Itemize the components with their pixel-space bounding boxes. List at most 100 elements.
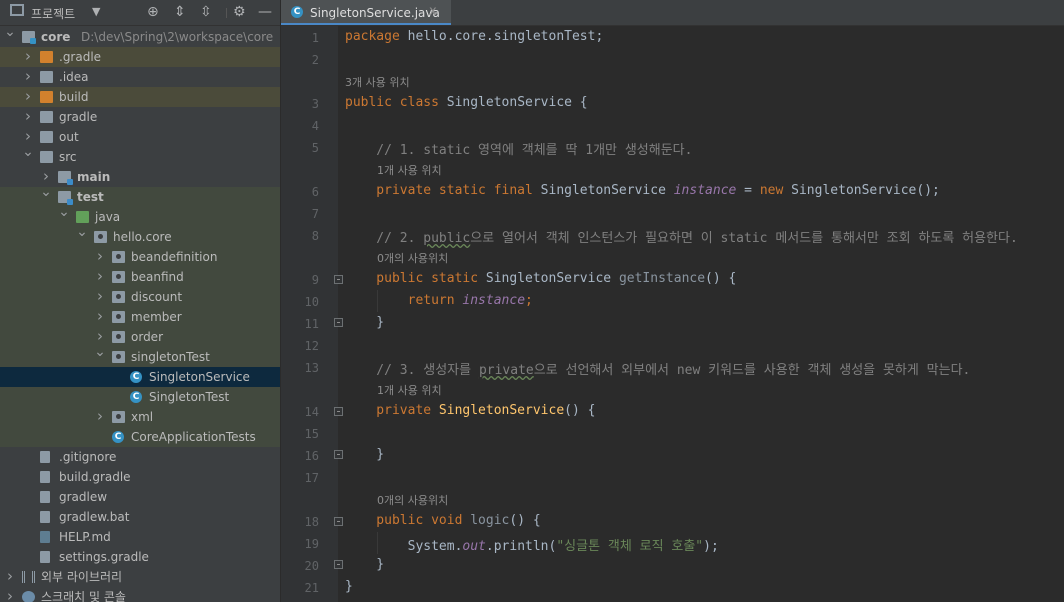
tree-item[interactable]: › out (0, 127, 280, 147)
chevron-right-icon[interactable]: › (22, 66, 34, 86)
tree-item[interactable]: › .gradle (0, 47, 280, 67)
line-number[interactable]: 1 (281, 31, 319, 45)
usage-hint[interactable]: 0개의 사용위치 (377, 492, 448, 508)
tree-item[interactable]: › build (0, 87, 280, 107)
chevron-down-icon[interactable]: ⌄ (22, 142, 34, 162)
line-number[interactable]: 20 (281, 559, 319, 573)
chevron-right-icon[interactable]: › (4, 566, 16, 586)
library-icon (22, 571, 35, 583)
tree-item[interactable]: C CoreApplicationTests (0, 427, 280, 447)
chevron-right-icon[interactable]: › (94, 406, 106, 426)
tab-singletonservice[interactable]: C SingletonService.java x (281, 0, 451, 25)
minimize-icon[interactable]: — (258, 3, 272, 21)
gear-icon[interactable]: ⚙ (233, 3, 246, 21)
tree-item[interactable]: › 외부 라이브러리 (0, 567, 280, 587)
line-number[interactable]: 14 (281, 405, 319, 419)
expand-all-icon[interactable]: ⇕ (174, 3, 186, 21)
line-number[interactable]: 13 (281, 361, 319, 375)
file-icon (40, 471, 50, 483)
line-number[interactable]: 12 (281, 339, 319, 353)
folder-icon (40, 131, 53, 143)
tree-item[interactable]: build.gradle (0, 467, 280, 487)
collapse-all-icon[interactable]: ⇳ (200, 3, 212, 21)
chevron-right-icon[interactable]: › (4, 586, 16, 602)
line-number[interactable]: 17 (281, 471, 319, 485)
tree-item[interactable]: › member (0, 307, 280, 327)
project-view-icon[interactable] (10, 4, 24, 16)
line-number[interactable]: 9 (281, 273, 319, 287)
fold-marker[interactable] (334, 318, 343, 327)
fold-marker[interactable] (334, 407, 343, 416)
tree-item-label: HELP.md (59, 530, 111, 544)
chevron-right-icon[interactable]: › (94, 286, 106, 306)
line-number[interactable]: 11 (281, 317, 319, 331)
line-number[interactable]: 2 (281, 53, 319, 67)
line-number[interactable]: 16 (281, 449, 319, 463)
fold-marker[interactable] (334, 517, 343, 526)
line-number[interactable]: 6 (281, 185, 319, 199)
tree-item[interactable]: ⌄ java (0, 204, 280, 227)
line-number[interactable]: 19 (281, 537, 319, 551)
chevron-down-icon[interactable]: ⌄ (58, 202, 70, 222)
usage-hint[interactable]: 0개의 사용위치 (377, 250, 448, 266)
fold-marker[interactable] (334, 560, 343, 569)
tree-item[interactable]: › beandefinition (0, 247, 280, 267)
tree-item-label: 스크래치 및 콘솔 (41, 590, 126, 602)
tree-item[interactable]: ⌄ hello.core (0, 224, 280, 247)
locate-file-icon[interactable]: ⊕ (147, 3, 159, 21)
tree-item[interactable]: ⌄ test (0, 184, 280, 207)
chevron-right-icon[interactable]: › (22, 106, 34, 126)
project-panel-title[interactable]: 프로젝트 (31, 5, 75, 22)
chevron-right-icon[interactable]: › (94, 246, 106, 266)
tree-item[interactable]: › beanfind (0, 267, 280, 287)
tree-item[interactable]: › discount (0, 287, 280, 307)
tree-item[interactable]: › order (0, 327, 280, 347)
chevron-right-icon[interactable]: › (94, 266, 106, 286)
line-number[interactable]: 4 (281, 119, 319, 133)
tree-item[interactable]: ⌄ singletonTest (0, 344, 280, 367)
chevron-down-icon[interactable]: ⌄ (94, 342, 106, 362)
file-icon (40, 511, 50, 523)
line-number[interactable]: 18 (281, 515, 319, 529)
tree-item[interactable]: C SingletonTest (0, 387, 280, 407)
line-number[interactable]: 21 (281, 581, 319, 595)
tree-item[interactable]: gradlew (0, 487, 280, 507)
chevron-down-icon[interactable]: ▼ (92, 3, 100, 21)
chevron-down-icon[interactable]: ⌄ (4, 22, 16, 42)
usage-hint[interactable]: 3개 사용 위치 (345, 74, 410, 90)
chevron-down-icon[interactable]: ⌄ (40, 182, 52, 202)
line-number[interactable]: 7 (281, 207, 319, 221)
tree-item-label: 외부 라이브러리 (41, 570, 123, 584)
tree-item-label: .idea (59, 70, 89, 84)
fold-marker[interactable] (334, 450, 343, 459)
usage-hint[interactable]: 1개 사용 위치 (377, 382, 442, 398)
package-icon (112, 271, 125, 283)
chevron-down-icon[interactable]: ⌄ (76, 222, 88, 242)
tree-item[interactable]: gradlew.bat (0, 507, 280, 527)
chevron-right-icon[interactable]: › (22, 86, 34, 106)
line-number[interactable]: 15 (281, 427, 319, 441)
line-number[interactable]: 8 (281, 229, 319, 243)
chevron-right-icon[interactable]: › (94, 306, 106, 326)
code-line-20: } (345, 557, 385, 572)
line-number[interactable]: 10 (281, 295, 319, 309)
folder-icon (40, 71, 53, 83)
tree-item[interactable]: › xml (0, 407, 280, 427)
tree-item[interactable]: HELP.md (0, 527, 280, 547)
tree-item[interactable]: › gradle (0, 107, 280, 127)
tree-item[interactable]: C SingletonService (0, 367, 280, 387)
usage-hint[interactable]: 1개 사용 위치 (377, 162, 442, 178)
line-number[interactable]: 3 (281, 97, 319, 111)
fold-marker[interactable] (334, 275, 343, 284)
project-tree: ⌄ core D:\dev\Spring\2\workspace\core › .gra… (0, 24, 280, 602)
tree-item[interactable]: › .idea (0, 67, 280, 87)
chevron-right-icon[interactable]: › (22, 46, 34, 66)
tree-item[interactable]: › 스크래치 및 콘솔 (0, 587, 280, 602)
tree-item[interactable]: ⌄ src (0, 144, 280, 167)
close-icon[interactable]: x (429, 4, 437, 19)
tree-item[interactable]: .gitignore (0, 447, 280, 467)
tree-item[interactable]: ⌄ core D:\dev\Spring\2\workspace\core (0, 24, 280, 47)
tree-item[interactable]: settings.gradle (0, 547, 280, 567)
tree-item-label: gradle (59, 110, 98, 124)
line-number[interactable]: 5 (281, 141, 319, 155)
